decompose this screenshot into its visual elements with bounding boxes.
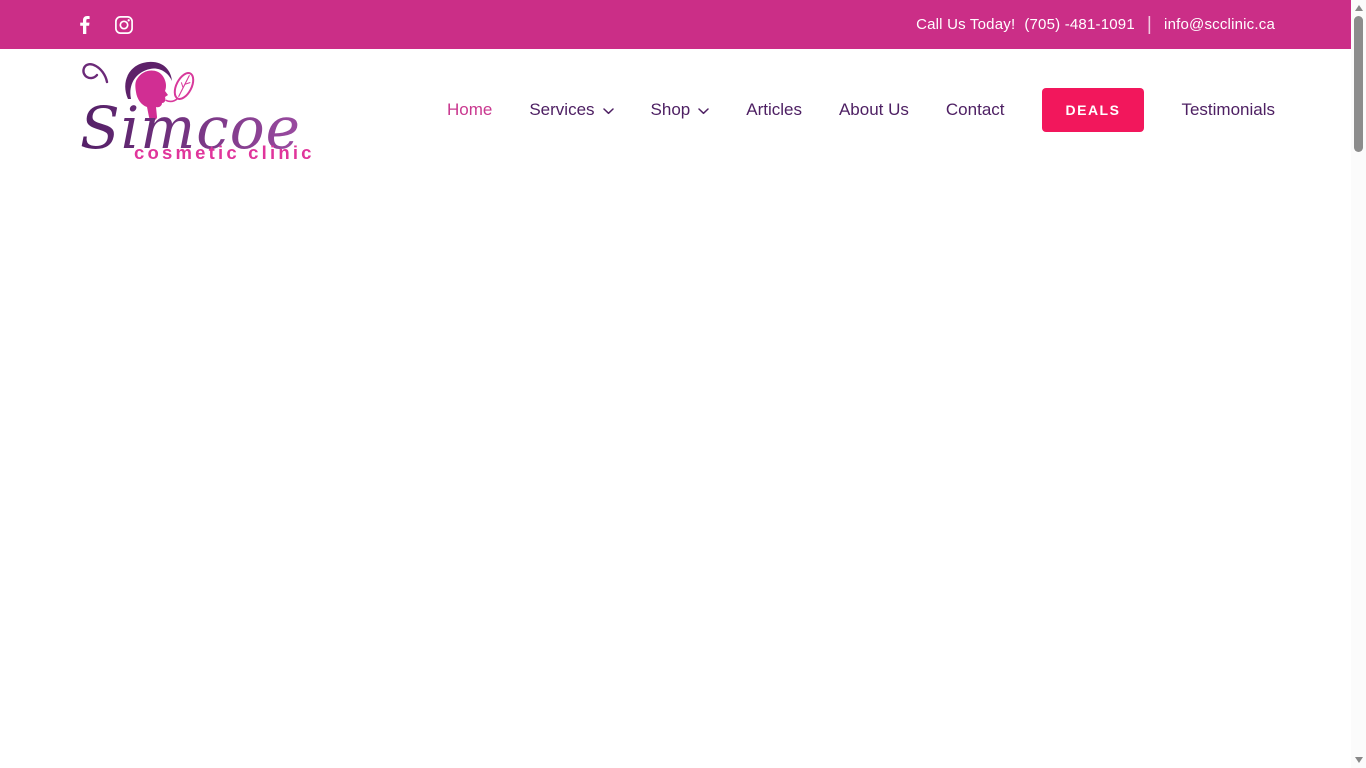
main-nav: Home Services Shop Articles About Us Con… xyxy=(447,49,1275,171)
header: Simcoe cosmetic clinic Home Services Sho… xyxy=(0,49,1351,171)
chevron-down-icon xyxy=(602,107,614,114)
nav-item-about-us[interactable]: About Us xyxy=(839,100,909,120)
scrollbar-thumb[interactable] xyxy=(1354,16,1363,152)
deals-button[interactable]: DEALS xyxy=(1041,88,1145,132)
scroll-up-arrow-icon[interactable] xyxy=(1354,5,1363,11)
topbar: Call Us Today! (705) -481-1091 | info@sc… xyxy=(0,0,1351,49)
nav-item-testimonials-label: Testimonials xyxy=(1181,100,1275,119)
main-content-blank xyxy=(0,171,1351,768)
nav-item-home-label: Home xyxy=(446,100,493,119)
scrollbar[interactable] xyxy=(1351,0,1366,768)
logo[interactable]: Simcoe cosmetic clinic xyxy=(76,55,336,170)
instagram-icon[interactable] xyxy=(115,15,133,34)
nav-item-contact[interactable]: Contact xyxy=(946,100,1005,120)
nav-item-articles-label: Articles xyxy=(746,100,802,119)
nav-item-about-us-label: About Us xyxy=(838,100,909,119)
facebook-icon[interactable] xyxy=(76,15,94,34)
call-us-text: Call Us Today! xyxy=(916,16,1016,33)
nav-item-shop[interactable]: Shop xyxy=(651,100,710,120)
topbar-separator: | xyxy=(1146,14,1153,35)
scroll-down-arrow-icon[interactable] xyxy=(1354,757,1363,763)
nav-item-shop-label: Shop xyxy=(650,100,691,119)
nav-item-services-label: Services xyxy=(529,100,595,119)
social-links xyxy=(76,15,133,34)
nav-item-articles[interactable]: Articles xyxy=(746,100,802,120)
email-link[interactable]: info@scclinic.ca xyxy=(1164,16,1275,33)
logo-graphic: Simcoe cosmetic clinic xyxy=(80,61,315,163)
chevron-down-icon xyxy=(698,107,709,114)
nav-item-home[interactable]: Home xyxy=(447,100,492,120)
nav-item-testimonials[interactable]: Testimonials xyxy=(1181,100,1275,120)
contact-info: Call Us Today! (705) -481-1091 | info@sc… xyxy=(916,15,1275,34)
deals-button-label: DEALS xyxy=(1065,102,1121,118)
logo-tagline-text: cosmetic clinic xyxy=(134,142,315,163)
phone-link[interactable]: (705) -481-1091 xyxy=(1024,16,1135,33)
logo-curl xyxy=(82,63,109,84)
nav-item-contact-label: Contact xyxy=(945,100,1005,119)
nav-item-services[interactable]: Services xyxy=(529,100,614,120)
